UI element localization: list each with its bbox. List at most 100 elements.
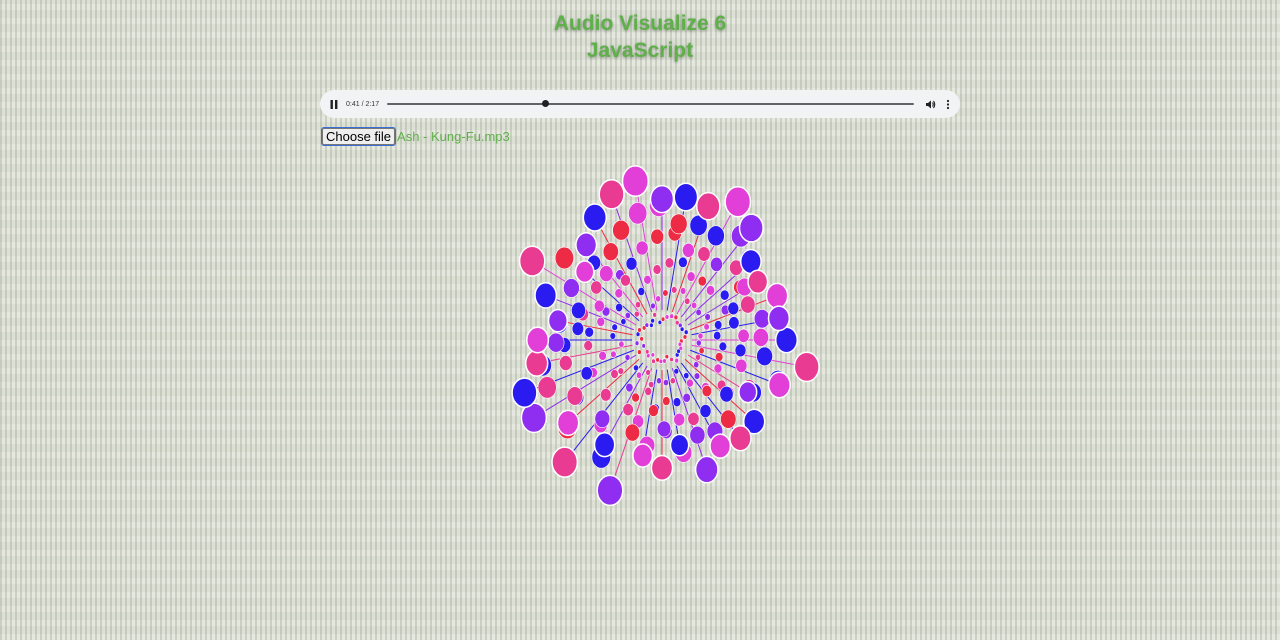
- visualizer-dot: [709, 433, 732, 459]
- visualizer-dot: [624, 353, 631, 361]
- visualizer-dot: [637, 288, 644, 297]
- visualizer-dot: [593, 432, 616, 458]
- visualizer-dot: [645, 369, 651, 376]
- visualizer-dot: [714, 352, 724, 362]
- visualizer-spoke: [690, 295, 778, 331]
- visualizer-dot: [652, 312, 658, 318]
- visualizer-dot: [534, 282, 558, 309]
- visualizer-dot: [674, 352, 680, 358]
- visualizer-dot: [657, 319, 663, 325]
- visualizer-dot: [745, 382, 762, 403]
- visualizer-dot: [551, 446, 579, 478]
- visualizer-dot: [677, 322, 683, 329]
- visualizer-dot: [643, 274, 652, 285]
- visualizer-dot: [576, 307, 589, 322]
- visualizer-dot: [551, 314, 568, 334]
- visualizer-spoke: [671, 368, 708, 470]
- visualizer-dot: [598, 350, 607, 361]
- visualizer-dot: [673, 314, 679, 321]
- visualizer-dot: [580, 366, 593, 381]
- visualizer-spoke: [676, 365, 721, 447]
- visualizer-dot: [739, 248, 762, 275]
- visualizer-spoke: [666, 197, 687, 311]
- visualizer-dot: [679, 326, 685, 332]
- visualizer-dot: [633, 364, 639, 372]
- visualizer-dot: [648, 404, 659, 417]
- seek-bar[interactable]: [387, 100, 914, 107]
- visualizer-dot: [701, 384, 713, 398]
- visualizer-dot: [767, 305, 791, 332]
- visualizer-spoke: [642, 369, 658, 456]
- visualizer-dot: [683, 329, 689, 335]
- visualizer-dot: [600, 388, 612, 402]
- visualizer-spoke: [533, 354, 637, 419]
- visualizer-dot: [557, 337, 572, 353]
- visualizer-dot: [655, 295, 662, 303]
- visualizer-dot: [713, 363, 723, 374]
- visualizer-dot: [644, 386, 653, 396]
- visualizer-dot: [740, 295, 756, 314]
- visualizer-dot: [662, 289, 669, 297]
- visualizer-dot: [575, 232, 598, 258]
- visualizer-dot: [649, 184, 675, 214]
- visualizer-dot: [713, 331, 722, 341]
- visualizer-dot: [678, 345, 683, 352]
- visualizer-spoke: [671, 206, 709, 312]
- visualizer-dot: [650, 352, 655, 358]
- visualizer-dot: [609, 332, 616, 340]
- visualizer-dot: [695, 339, 702, 347]
- visualizer-dot: [682, 242, 695, 258]
- visualizer-dot: [511, 377, 538, 409]
- visualizer-dot: [703, 323, 710, 331]
- page-title-line2: JavaScript: [586, 39, 694, 62]
- visualizer-spoke: [611, 194, 653, 312]
- visualizer-dot: [669, 356, 674, 363]
- visualizer-dot: [566, 386, 584, 406]
- visualizer-dot: [662, 396, 671, 406]
- choose-file-button[interactable]: Choose file: [320, 127, 397, 146]
- visualizer-dot: [698, 347, 705, 355]
- visualizer-dot: [664, 354, 669, 360]
- visualizer-dot: [738, 380, 758, 404]
- volume-button[interactable]: [924, 97, 936, 111]
- visualizer-dot: [684, 297, 691, 305]
- visualizer-dot: [624, 311, 631, 319]
- visualizer-dot: [733, 279, 747, 295]
- visualizer-dot: [556, 409, 580, 437]
- visualizer-dot: [729, 259, 743, 276]
- visualizer-dot: [720, 304, 730, 316]
- visualizer-spoke: [680, 362, 741, 439]
- visualizer-dot: [662, 379, 669, 387]
- visualizer-spoke: [557, 320, 633, 336]
- time-display: 0:41 / 2:17: [346, 100, 380, 108]
- visualizer-dot: [547, 332, 565, 353]
- visualizer-dot: [674, 357, 680, 364]
- visualizer-dot: [682, 334, 688, 340]
- audio-player[interactable]: 0:41 / 2:17: [320, 90, 960, 118]
- more-options-button[interactable]: [942, 97, 954, 111]
- page-title: Audio Visualize 6 JavaScript: [0, 10, 1280, 64]
- seek-thumb[interactable]: [542, 100, 550, 107]
- visualizer-dots: [511, 165, 820, 507]
- visualizer-dot: [598, 178, 625, 210]
- visualizer-spoke: [545, 294, 634, 331]
- file-input[interactable]: Choose file Ash - Kung-Fu.mp3: [320, 127, 510, 146]
- pause-button[interactable]: [328, 98, 340, 110]
- visualizer-dot: [689, 214, 708, 236]
- visualizer-dot: [615, 269, 625, 281]
- visualizer-dot: [570, 389, 585, 406]
- visualizer-dot: [658, 358, 664, 365]
- visualizer-dot: [632, 414, 644, 429]
- visualizer-dot: [636, 371, 643, 379]
- visualizer-dot: [594, 409, 611, 428]
- visualizer-dot: [583, 340, 593, 352]
- visualizer-dot: [571, 321, 585, 336]
- visualizer-dot: [656, 377, 662, 385]
- visualizer-dot: [602, 242, 619, 261]
- visualizer-spoke: [687, 281, 759, 326]
- visualizer-dot: [638, 435, 656, 455]
- visualizer-dot: [637, 286, 646, 296]
- visualizer-dot: [753, 309, 771, 329]
- visualizer-dot: [520, 402, 548, 434]
- visualizer-dot: [622, 403, 634, 417]
